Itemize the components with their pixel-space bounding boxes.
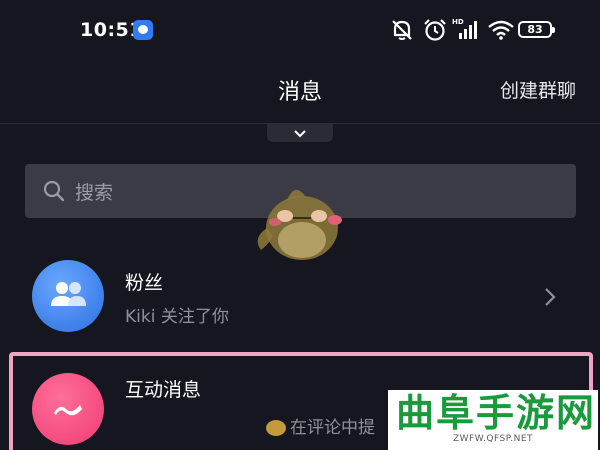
fans-avatar (32, 260, 104, 332)
app-notification-icon (133, 20, 153, 40)
status-bar: 10:51 HD 83 (0, 0, 600, 60)
collapse-handle[interactable] (267, 124, 333, 142)
wifi-icon (488, 20, 514, 40)
status-icons: HD 83 (388, 17, 558, 43)
list-item-subtitle: Kiki 关注了你 (125, 307, 229, 327)
create-group-button[interactable]: 创建群聊 (500, 76, 576, 103)
fans-icon (51, 282, 86, 306)
watermark-url: ZWFW.QFSP.NET (452, 434, 534, 444)
alarm-icon (424, 19, 446, 41)
header: 消息 创建群聊 (0, 60, 600, 124)
list-item-title: 粉丝 (125, 272, 164, 294)
list-item-fans[interactable]: 粉丝 Kiki 关注了你 (0, 255, 600, 345)
chevron-down-icon (294, 129, 306, 137)
mute-icon (392, 20, 412, 40)
chevron-right-icon (545, 288, 556, 306)
battery-icon: 83 (518, 21, 555, 38)
site-watermark: 曲阜手游网 ZWFW.QFSP.NET (388, 390, 598, 450)
search-icon (43, 180, 65, 202)
network-type-label: HD (452, 18, 464, 26)
watermark-text: 曲阜手游网 (396, 390, 597, 435)
search-placeholder: 搜索 (75, 182, 114, 204)
signal-icon: HD (452, 17, 482, 43)
